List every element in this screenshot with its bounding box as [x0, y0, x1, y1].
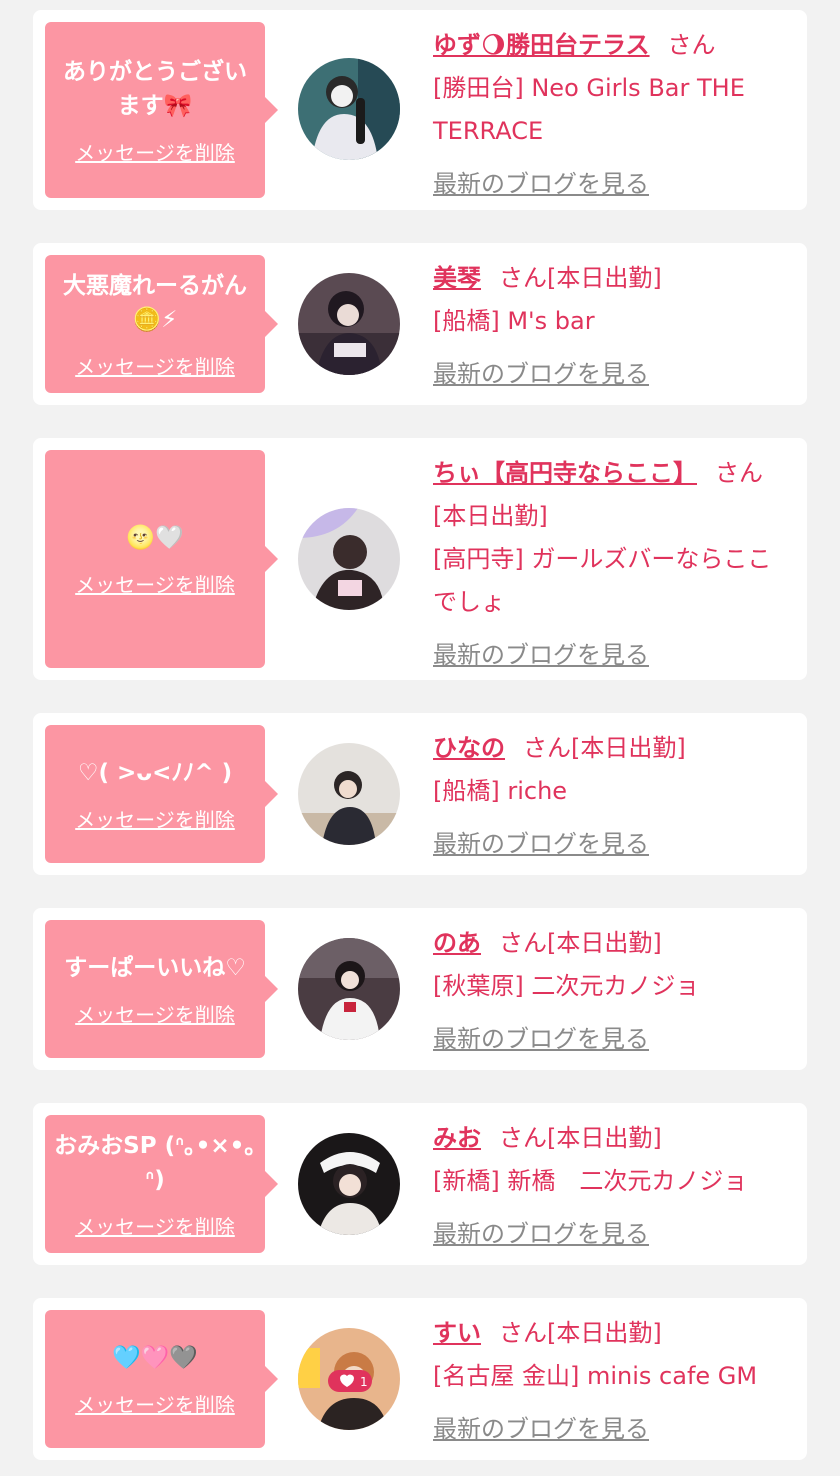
cast-name-link[interactable]: ゆず🌖勝田台テラス: [433, 31, 650, 59]
message-bubble: 🌝🤍 メッセージを削除: [45, 450, 278, 668]
san-suffix: さん: [499, 1319, 547, 1347]
message-list: ありがとうございます🎀 メッセージを削除 ゆず🌖勝田台テラス さん [勝田台] N…: [0, 0, 840, 1476]
delete-message-button[interactable]: メッセージを削除: [75, 804, 235, 833]
message-bubble: おみおSP (ᐢ｡•×•｡ᐢ) メッセージを削除: [45, 1115, 278, 1253]
message-card: 🌝🤍 メッセージを削除 ちぃ【高円寺ならここ】 さん [本日出勤] [高円寺] ガー…: [33, 438, 807, 680]
san-suffix: さん: [499, 1124, 547, 1152]
message-bubble: 大悪魔れーるがん🪙⚡ メッセージを削除: [45, 255, 278, 393]
delete-message-button[interactable]: メッセージを削除: [75, 569, 235, 598]
san-suffix: さん: [667, 31, 716, 59]
message-text: 🩵🩷🩶: [112, 1344, 198, 1371]
delete-message-button[interactable]: メッセージを削除: [75, 137, 235, 166]
san-suffix: さん: [499, 264, 547, 292]
cast-name-link[interactable]: ちぃ【高円寺ならここ】: [433, 459, 697, 487]
shop-name: [高円寺] ガールズバーならここでしょ: [433, 545, 772, 616]
cast-info: ひなの さん[本日出勤] [船橋] riche 最新のブログを見る: [433, 727, 787, 866]
message-card: 大悪魔れーるがん🪙⚡ メッセージを削除 美琴 さん[本日出勤] [船橋] M's …: [33, 243, 807, 405]
message-card: ♡( >ᴗ<ﾉﾉ^ ) メッセージを削除 ひなの さん[本日出勤] [船橋] ri…: [33, 713, 807, 875]
cast-name-link[interactable]: 美琴: [433, 264, 481, 292]
shop-name: [秋葉原] 二次元カノジョ: [433, 972, 700, 1000]
avatar[interactable]: [298, 273, 400, 375]
san-suffix: さん: [523, 734, 571, 762]
avatar[interactable]: [298, 938, 400, 1040]
message-card: ありがとうございます🎀 メッセージを削除 ゆず🌖勝田台テラス さん [勝田台] N…: [33, 10, 807, 210]
delete-message-button[interactable]: メッセージを削除: [75, 999, 235, 1028]
view-blog-link[interactable]: 最新のブログを見る: [433, 1408, 649, 1451]
delete-message-button[interactable]: メッセージを削除: [75, 1211, 235, 1240]
view-blog-link[interactable]: 最新のブログを見る: [433, 1213, 649, 1256]
san-suffix: さん: [499, 929, 547, 957]
message-bubble: ありがとうございます🎀 メッセージを削除: [45, 22, 278, 198]
view-blog-link[interactable]: 最新のブログを見る: [433, 823, 649, 866]
message-card: すーぱーいいね♡ メッセージを削除 のあ さん[本日出勤] [秋葉原] 二次元カノ…: [33, 908, 807, 1070]
message-text: 🌝🤍: [126, 524, 184, 551]
delete-message-button[interactable]: メッセージを削除: [75, 351, 235, 380]
view-blog-link[interactable]: 最新のブログを見る: [433, 1018, 649, 1061]
message-bubble: ♡( >ᴗ<ﾉﾉ^ ) メッセージを削除: [45, 725, 278, 863]
message-card: おみおSP (ᐢ｡•×•｡ᐢ) メッセージを削除 みお さん[本日出勤] [新橋]…: [33, 1103, 807, 1265]
message-text: すーぱーいいね♡: [64, 954, 246, 981]
message-text: おみおSP (ᐢ｡•×•｡ᐢ): [54, 1132, 256, 1193]
view-blog-link[interactable]: 最新のブログを見る: [433, 163, 649, 206]
attendance-status: [本日出勤]: [433, 502, 548, 530]
avatar[interactable]: 1: [298, 1328, 400, 1430]
shop-name: [船橋] riche: [433, 777, 568, 805]
cast-info: のあ さん[本日出勤] [秋葉原] 二次元カノジョ 最新のブログを見る: [433, 922, 787, 1061]
attendance-status: [本日出勤]: [547, 264, 662, 292]
shop-name: [船橋] M's bar: [433, 307, 595, 335]
cast-name-link[interactable]: のあ: [433, 929, 481, 957]
shop-name: [名古屋 金山] minis cafe GM: [433, 1362, 758, 1390]
message-text: ♡( >ᴗ<ﾉﾉ^ ): [77, 759, 233, 786]
cast-info: ゆず🌖勝田台テラス さん [勝田台] Neo Girls Bar THE TERR…: [433, 24, 787, 206]
cast-name-link[interactable]: すい: [433, 1319, 481, 1347]
avatar[interactable]: [298, 58, 400, 160]
view-blog-link[interactable]: 最新のブログを見る: [433, 634, 649, 677]
cast-info: 美琴 さん[本日出勤] [船橋] M's bar 最新のブログを見る: [433, 257, 787, 396]
attendance-status: [本日出勤]: [547, 929, 662, 957]
cast-info: すい さん[本日出勤] [名古屋 金山] minis cafe GM 最新のブログ…: [433, 1312, 787, 1451]
shop-name: [新橋] 新橋 二次元カノジョ: [433, 1167, 748, 1195]
delete-message-button[interactable]: メッセージを削除: [75, 1389, 235, 1418]
avatar[interactable]: [298, 1133, 400, 1235]
message-card: 🩵🩷🩶 メッセージを削除 1 すい さん[本日出勤] [名古屋 金山] minis…: [33, 1298, 807, 1460]
avatar-like-count: 1: [360, 1375, 368, 1389]
message-text: ありがとうございます🎀: [63, 58, 247, 119]
attendance-status: [本日出勤]: [547, 1124, 662, 1152]
cast-info: みお さん[本日出勤] [新橋] 新橋 二次元カノジョ 最新のブログを見る: [433, 1117, 787, 1256]
cast-name-link[interactable]: ひなの: [433, 734, 505, 762]
view-blog-link[interactable]: 最新のブログを見る: [433, 353, 649, 396]
cast-name-link[interactable]: みお: [433, 1124, 481, 1152]
attendance-status: [本日出勤]: [571, 734, 686, 762]
avatar[interactable]: [298, 508, 400, 610]
attendance-status: [本日出勤]: [547, 1319, 662, 1347]
message-bubble: 🩵🩷🩶 メッセージを削除: [45, 1310, 278, 1448]
cast-info: ちぃ【高円寺ならここ】 さん[本日出勤] [高円寺] ガールズバーならここでしょ …: [433, 452, 787, 677]
avatar[interactable]: [298, 743, 400, 845]
message-text: 大悪魔れーるがん🪙⚡: [63, 272, 247, 333]
shop-name: [勝田台] Neo Girls Bar THE TERRACE: [433, 74, 745, 145]
san-suffix: さん: [715, 459, 763, 487]
message-bubble: すーぱーいいね♡ メッセージを削除: [45, 920, 278, 1058]
